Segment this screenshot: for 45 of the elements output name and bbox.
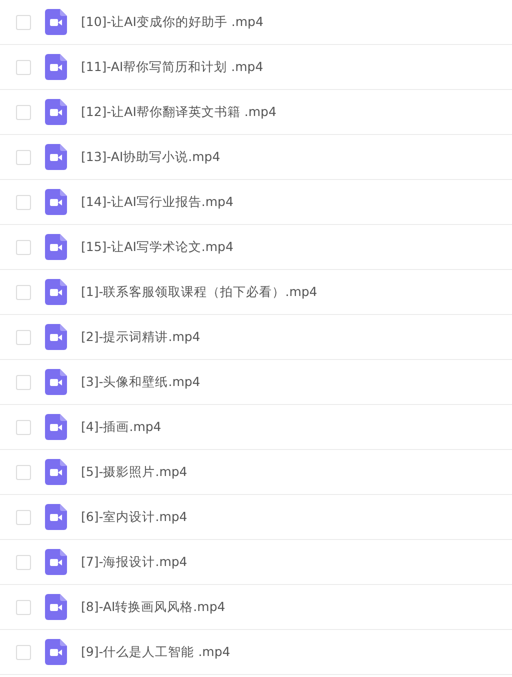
file-name[interactable]: [7]-海报设计.mp4 xyxy=(81,554,188,570)
video-file-icon xyxy=(45,324,67,350)
video-file-icon xyxy=(45,189,67,215)
checkbox[interactable] xyxy=(16,330,31,344)
file-name[interactable]: [4]-插画.mp4 xyxy=(81,418,162,436)
checkbox[interactable] xyxy=(16,194,31,210)
video-file-icon xyxy=(45,144,67,170)
file-name[interactable]: [13]-AI协助写小说.mp4 xyxy=(81,148,220,166)
video-file-icon xyxy=(45,639,67,665)
checkbox[interactable] xyxy=(16,14,31,30)
file-name[interactable]: [14]-让AI写行业报告.mp4 xyxy=(81,194,234,210)
file-name[interactable]: [5]-摄影照片.mp4 xyxy=(81,464,188,480)
file-name[interactable]: [6]-室内设计.mp4 xyxy=(81,508,188,526)
video-file-icon xyxy=(45,279,67,305)
file-name[interactable]: [9]-什么是人工智能 .mp4 xyxy=(81,644,230,660)
file-name[interactable]: [8]-AI转换画风风格.mp4 xyxy=(81,598,226,616)
checkbox[interactable] xyxy=(16,510,31,524)
video-file-icon xyxy=(45,504,67,530)
video-file-icon xyxy=(45,459,67,485)
checkbox[interactable] xyxy=(16,464,31,480)
file-name[interactable]: [1]-联系客服领取课程（拍下必看）.mp4 xyxy=(81,284,318,300)
video-file-icon xyxy=(45,99,67,125)
checkbox[interactable] xyxy=(16,104,31,120)
checkbox[interactable] xyxy=(16,284,31,300)
file-name[interactable]: [15]-让AI写学术论文.mp4 xyxy=(81,238,234,256)
video-file-icon xyxy=(45,549,67,575)
video-file-icon xyxy=(45,234,67,260)
file-name[interactable]: [10]-让AI变成你的好助手 .mp4 xyxy=(81,14,264,30)
checkbox[interactable] xyxy=(16,554,31,570)
video-file-icon xyxy=(45,369,67,395)
checkbox[interactable] xyxy=(16,420,31,434)
checkbox[interactable] xyxy=(16,150,31,164)
file-name[interactable]: [12]-让AI帮你翻译英文书籍 .mp4 xyxy=(81,104,276,120)
checkbox[interactable] xyxy=(16,374,31,390)
video-file-icon xyxy=(45,9,67,35)
file-name[interactable]: [11]-AI帮你写简历和计划 .mp4 xyxy=(81,58,264,76)
video-file-icon xyxy=(45,414,67,440)
checkbox[interactable] xyxy=(16,600,31,614)
file-name[interactable]: [3]-头像和壁纸.mp4 xyxy=(81,374,200,390)
file-name[interactable]: [2]-提示词精讲.mp4 xyxy=(81,328,200,346)
video-file-icon xyxy=(45,54,67,80)
checkbox[interactable] xyxy=(16,644,31,660)
checkbox[interactable] xyxy=(16,240,31,254)
video-file-icon xyxy=(45,594,67,620)
checkbox[interactable] xyxy=(16,60,31,74)
